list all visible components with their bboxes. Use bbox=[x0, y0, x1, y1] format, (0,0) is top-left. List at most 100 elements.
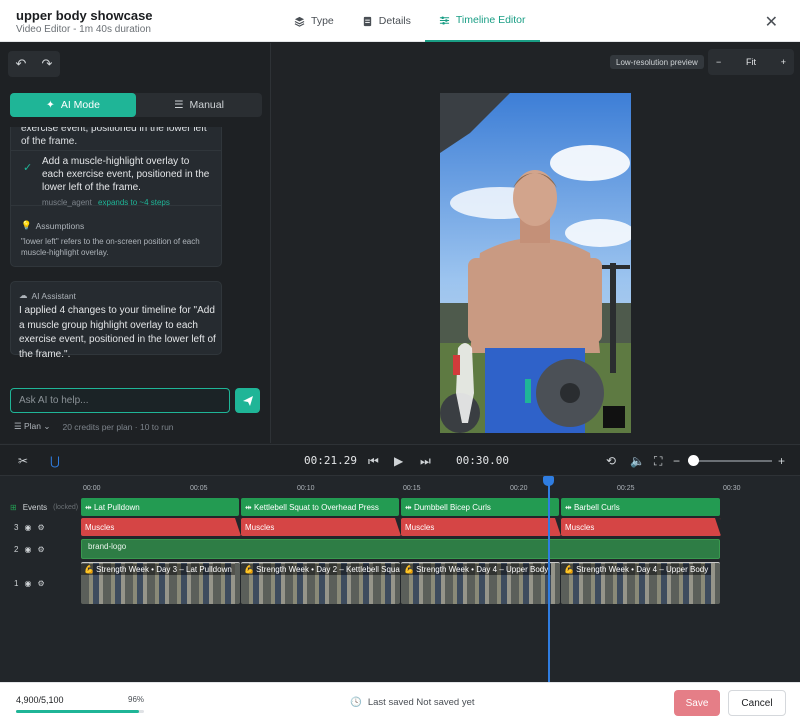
eye-icon[interactable]: ◉ bbox=[24, 579, 31, 588]
muscle-clip[interactable]: Muscles bbox=[81, 518, 241, 536]
tab-timeline-editor[interactable]: Timeline Editor bbox=[424, 0, 540, 42]
timeline-zoom-slider[interactable] bbox=[688, 460, 772, 462]
track-label-2: 2 ◉ ⚙ bbox=[0, 540, 78, 558]
plan-row: ☰ Plan ⌄ 20 credits per plan · 10 to run bbox=[14, 421, 174, 432]
plan-dropdown[interactable]: ☰ Plan ⌄ bbox=[14, 421, 50, 432]
ask-ai-input[interactable]: Ask AI to help... bbox=[10, 388, 230, 413]
check-icon: ✓ bbox=[23, 162, 33, 174]
video-frame[interactable] bbox=[440, 93, 631, 433]
timeline: 00:00 00:05 00:10 00:15 00:20 00:25 00:3… bbox=[0, 476, 800, 682]
tab-type[interactable]: Type bbox=[280, 0, 348, 42]
transport-bar: ✂ ⋃ 00:21.29 ⏮ ▶ ⏭ 00:30.00 ⟲ 🔈 ⛶ − + bbox=[0, 444, 800, 476]
settings-icon[interactable]: ⚙ bbox=[37, 545, 44, 554]
volume-icon[interactable]: 🔈 bbox=[630, 454, 645, 468]
redo-icon[interactable]: ↷ bbox=[42, 56, 53, 72]
manual-mode-button[interactable]: ☰ Manual bbox=[136, 93, 262, 117]
assistant-text: I applied 4 changes to your timeline for… bbox=[19, 305, 216, 357]
magic-wand-icon: ✦ bbox=[46, 99, 55, 111]
clock-icon: 🕓 bbox=[350, 697, 362, 708]
assumptions-header: 💡 Assumptions bbox=[21, 220, 216, 231]
plan-label: Plan bbox=[23, 421, 41, 431]
track-label-events: ⊞ Events (locked) bbox=[0, 498, 78, 516]
ruler-label: 00:15 bbox=[403, 485, 421, 492]
muscle-clip[interactable]: Muscles bbox=[401, 518, 561, 536]
scissors-icon[interactable]: ✂ bbox=[18, 454, 28, 468]
credits-bar bbox=[16, 710, 144, 713]
skip-back-icon[interactable]: ⏮ bbox=[368, 454, 379, 469]
video-still bbox=[440, 93, 631, 433]
zoom-controls: − Fit + bbox=[708, 49, 794, 75]
playhead-handle[interactable] bbox=[543, 476, 554, 486]
send-button[interactable] bbox=[235, 388, 260, 413]
zoom-in-icon[interactable]: + bbox=[781, 57, 786, 67]
cancel-button[interactable]: Cancel bbox=[728, 690, 786, 716]
chat-input-row: Ask AI to help... bbox=[10, 388, 260, 414]
eye-icon[interactable]: ◉ bbox=[24, 545, 31, 554]
tab-details-label: Details bbox=[378, 15, 411, 27]
close-icon[interactable]: ✕ bbox=[765, 12, 778, 32]
ruler-label: 00:10 bbox=[297, 485, 315, 492]
tab-details[interactable]: Details bbox=[348, 0, 425, 42]
video-clip[interactable]: 💪 Strength Week • Day 4 – Upper Body bbox=[561, 562, 720, 604]
ruler-label: 00:00 bbox=[83, 485, 101, 492]
credits-bar-fill bbox=[16, 710, 139, 713]
video-clip-title: 💪 Strength Week • Day 4 – Upper Body bbox=[561, 564, 712, 575]
undo-icon[interactable]: ↶ bbox=[16, 56, 27, 72]
loop-icon[interactable]: ⟲ bbox=[606, 454, 616, 468]
track-label-1: 1 ◉ ⚙ bbox=[0, 574, 78, 592]
chat-history[interactable]: exercise event, positioned in the lower … bbox=[0, 127, 271, 357]
event-clip[interactable]: ⇹ Kettlebell Squat to Overhead Press bbox=[241, 498, 399, 516]
magnet-icon[interactable]: ⋃ bbox=[50, 454, 60, 468]
timeline-zoom-in-icon[interactable]: + bbox=[778, 454, 785, 468]
logo-clip[interactable]: brand-logo bbox=[81, 539, 720, 559]
project-title: upper body showcase bbox=[16, 8, 153, 23]
assistant-title: AI Assistant bbox=[31, 290, 76, 301]
ai-mode-label: AI Mode bbox=[60, 99, 100, 111]
time-ruler[interactable]: 00:00 00:05 00:10 00:15 00:20 00:25 00:3… bbox=[80, 476, 800, 496]
project-subtitle: Video Editor - 1m 40s duration bbox=[16, 24, 151, 35]
ruler-label: 00:30 bbox=[723, 485, 741, 492]
events-label: Events bbox=[22, 502, 48, 512]
expands-link[interactable]: expands to ~4 steps bbox=[98, 198, 170, 207]
video-clip[interactable]: 💪 Strength Week • Day 2 – Kettlebell Squ… bbox=[241, 562, 400, 604]
history-controls: ↶ ↷ bbox=[8, 51, 60, 77]
total-time: 00:30.00 bbox=[456, 454, 509, 467]
muscle-clip[interactable]: Muscles bbox=[241, 518, 401, 536]
events-hint: (locked) bbox=[53, 503, 79, 511]
timeline-zoom-out-icon[interactable]: − bbox=[673, 454, 680, 468]
credits-count: 4,900/5,100 bbox=[16, 695, 64, 705]
sliders-icon bbox=[439, 15, 449, 25]
assistant-message: ☁ AI Assistant I applied 4 changes to yo… bbox=[10, 281, 222, 357]
video-preview: Low-resolution preview − Fit + bbox=[272, 43, 800, 443]
layers-icon bbox=[294, 16, 305, 27]
robot-icon: ☁ bbox=[19, 290, 28, 300]
zoom-out-icon[interactable]: − bbox=[716, 57, 721, 67]
settings-icon[interactable]: ⚙ bbox=[37, 523, 44, 532]
eye-icon[interactable]: ◉ bbox=[24, 523, 31, 532]
muscle-clip[interactable]: Muscles bbox=[561, 518, 721, 536]
event-name: Lat Pulldown bbox=[93, 502, 140, 512]
event-clip[interactable]: ⇹ Barbell Curls bbox=[561, 498, 720, 516]
ai-mode-button[interactable]: ✦ AI Mode bbox=[10, 93, 136, 117]
skip-forward-icon[interactable]: ⏭ bbox=[420, 454, 431, 469]
assumptions: 💡 Assumptions "lower left" refers to the… bbox=[21, 220, 216, 258]
video-clip[interactable]: 💪 Strength Week • Day 3 – Lat Pulldown bbox=[81, 562, 240, 604]
tab-timeline-label: Timeline Editor bbox=[455, 14, 526, 26]
save-status-text: Last saved Not saved yet bbox=[367, 697, 475, 708]
settings-icon[interactable]: ⚙ bbox=[37, 579, 44, 588]
event-clip[interactable]: ⇹ Dumbbell Bicep Curls bbox=[401, 498, 559, 516]
fullscreen-icon[interactable]: ⛶ bbox=[654, 454, 662, 469]
timeline-zoom-handle[interactable] bbox=[688, 455, 699, 466]
plan-fragment: exercise event, positioned in the lower … bbox=[21, 127, 207, 147]
ai-panel: ↶ ↷ ✦ AI Mode ☰ Manual exercise event, p… bbox=[0, 43, 271, 443]
plan-step-meta: muscle_agent expands to ~4 steps bbox=[42, 198, 170, 207]
save-button[interactable]: Save bbox=[674, 690, 720, 716]
event-clip[interactable]: ⇹ Lat Pulldown bbox=[81, 498, 239, 516]
app-header: upper body showcase Video Editor - 1m 40… bbox=[0, 0, 800, 42]
zoom-level[interactable]: Fit bbox=[746, 57, 756, 67]
track-number: 2 bbox=[14, 544, 19, 554]
credits-percent: 96% bbox=[128, 695, 145, 704]
play-icon[interactable]: ▶ bbox=[394, 454, 403, 468]
video-clip[interactable]: 💪 Strength Week • Day 4 – Upper Body bbox=[401, 562, 560, 604]
playhead[interactable] bbox=[548, 476, 550, 682]
